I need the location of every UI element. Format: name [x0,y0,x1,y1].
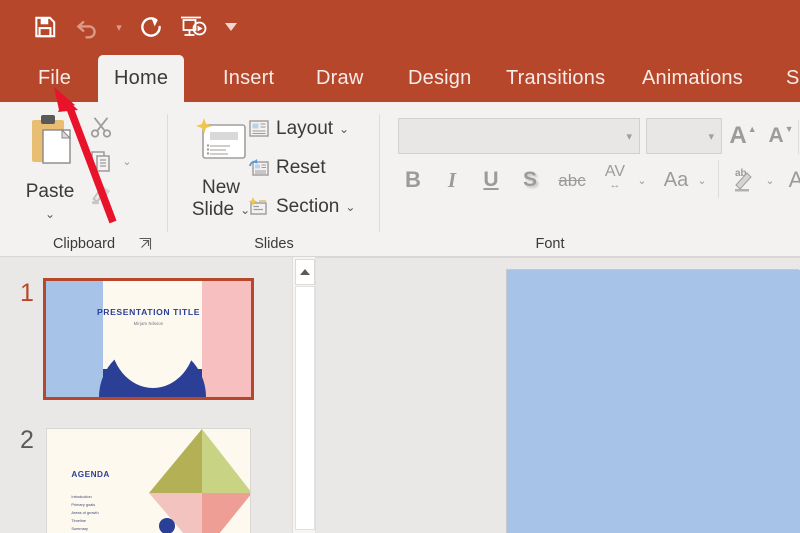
quick-access-toolbar: ▾ [24,8,248,46]
character-spacing-glyph: AV [604,162,626,180]
slide-1-preview[interactable]: PRESENTATION TITLE Mirjam Nilsson [43,278,254,400]
ribbon-group-slides: New Slide ⌄ Layout ⌄ Reset Section ⌄ Sli… [168,102,380,257]
thumbnail-panel-scrollbar[interactable] [292,257,316,533]
text-highlight-chevron-down-icon[interactable]: ⌄ [762,164,778,196]
font-name-chevron-down-icon[interactable]: ▾ [626,130,632,143]
scroll-up-button[interactable] [295,259,315,285]
layout-button[interactable]: Layout ⌄ [248,118,349,140]
customize-qat-chevron-down-icon[interactable] [214,8,248,46]
tab-design[interactable]: Design [392,55,487,102]
tab-animations[interactable]: Animations [626,55,759,102]
font-size-combo[interactable]: ▾ [646,118,722,154]
layout-chevron-down-icon[interactable]: ⌄ [339,122,349,136]
slide-1-subtitle: Mirjam Nilsson [133,321,164,327]
layout-label: Layout [276,118,334,139]
decrease-font-size-glyph: A [768,124,784,147]
change-case-button[interactable]: Aa [656,164,696,196]
slide-2-preview[interactable]: AGENDA Introduction Primary goals Areas … [46,428,251,533]
slide-2-green-triangle [202,429,250,493]
slide-thumbnail-panel[interactable]: 1 PRESENTATION TITLE Mirjam Nilsson 2 AG… [0,257,292,533]
ribbon: Paste ⌄ ⌄ Clipboard New Slide ⌄ Layout ⌄… [0,102,800,257]
font-divider [798,120,799,154]
tab-home[interactable]: Home [98,55,185,102]
clipboard-group-label: Clipboard [52,236,116,252]
tab-transitions[interactable]: Transitions [490,55,621,102]
decrease-font-size-button[interactable]: A ▼ [766,120,796,152]
font-size-chevron-down-icon[interactable]: ▾ [708,130,714,143]
text-shadow-button[interactable]: S [515,164,545,196]
reset-label: Reset [276,157,326,178]
font-group-label: Font [535,236,565,252]
paste-label: Paste [25,181,75,202]
section-button[interactable]: Section ⌄ [248,196,355,218]
paste-chevron-down-icon[interactable]: ⌄ [12,207,88,221]
slide-2-title: AGENDA [71,470,110,480]
bold-button[interactable]: B [398,164,428,196]
reset-button[interactable]: Reset [248,157,326,179]
title-bar: ▾ [0,0,800,55]
slide-2-salmon-triangle [202,493,250,533]
slide-1-text-block: PRESENTATION TITLE Mirjam Nilsson [46,307,251,327]
cut-button[interactable] [84,112,118,142]
undo-dropdown-chevron-down-icon[interactable]: ▾ [108,8,130,46]
save-button[interactable] [24,8,66,46]
italic-button[interactable]: I [437,164,467,196]
list-item: Timeline [71,517,86,523]
powerpoint-window: ▾ File Home Insert Draw Design Transitio… [0,0,800,533]
paste-button[interactable]: Paste ⌄ [12,110,88,232]
slide-editor-area [316,257,800,533]
tab-insert[interactable]: Insert [207,55,290,102]
list-item: Summary [71,525,89,531]
tab-file[interactable]: File [22,55,87,102]
list-item: Introduction [71,493,92,499]
slide-1-left-band [46,281,104,397]
start-slideshow-button[interactable] [172,8,214,46]
slides-group-label: Slides [254,236,294,252]
increase-font-size-button[interactable]: A ▲ [728,120,758,152]
character-spacing-button[interactable]: AV ↔ [594,160,636,194]
slide-2-navy-dot [158,517,175,533]
font-color-button[interactable]: A [782,164,800,196]
slide-2-pink-triangle [149,493,202,533]
font-divider-2 [718,160,719,198]
text-highlight-color-button[interactable]: ab [728,160,762,196]
new-slide-label-line2: Slide [191,198,235,220]
strikethrough-button[interactable]: abc [552,166,592,196]
scrollbar-thumb[interactable] [295,286,315,530]
slide-number-1: 1 [20,279,34,307]
section-label: Section [276,196,340,217]
list-item: Primary goals [71,501,96,507]
tab-draw[interactable]: Draw [300,55,379,102]
current-slide-canvas[interactable] [507,270,800,533]
slide-1-cream-circle [109,285,196,388]
thumbnail-slide-1[interactable]: 1 PRESENTATION TITLE Mirjam Nilsson [8,278,254,400]
copy-chevron-down-icon[interactable]: ⌄ [118,146,136,176]
ribbon-group-font: ▾ ▾ A ▲ A ▼ B I U S abc AV ↔ ⌄ Aa ⌄ ab ⌄… [380,102,800,257]
thumbnail-slide-2[interactable]: 2 AGENDA Introduction Primary goals Area… [8,428,251,533]
change-case-chevron-down-icon[interactable]: ⌄ [694,164,710,196]
slide-number-2: 2 [20,426,34,454]
slide-2-bullet-list: Introduction Primary goals Areas of grow… [71,493,98,533]
section-chevron-down-icon[interactable]: ⌄ [345,200,355,214]
font-name-combo[interactable]: ▾ [398,118,640,154]
ribbon-group-clipboard: Paste ⌄ ⌄ Clipboard [0,102,168,257]
character-spacing-chevron-down-icon[interactable]: ⌄ [634,164,650,196]
format-painter-button[interactable] [84,180,118,210]
undo-button[interactable] [66,8,108,46]
underline-button[interactable]: U [476,164,506,196]
slide-2-olive-triangle [149,429,202,493]
slide-1-title: PRESENTATION TITLE [96,306,201,317]
ribbon-tabs: File Home Insert Draw Design Transitions… [0,55,800,102]
redo-button[interactable] [130,8,172,46]
increase-font-size-glyph: A [729,122,747,149]
copy-button[interactable] [84,146,118,176]
tab-slide-show[interactable]: Sli [770,55,800,102]
list-item: Areas of growth [71,509,99,515]
slide-1-right-band [201,281,251,397]
